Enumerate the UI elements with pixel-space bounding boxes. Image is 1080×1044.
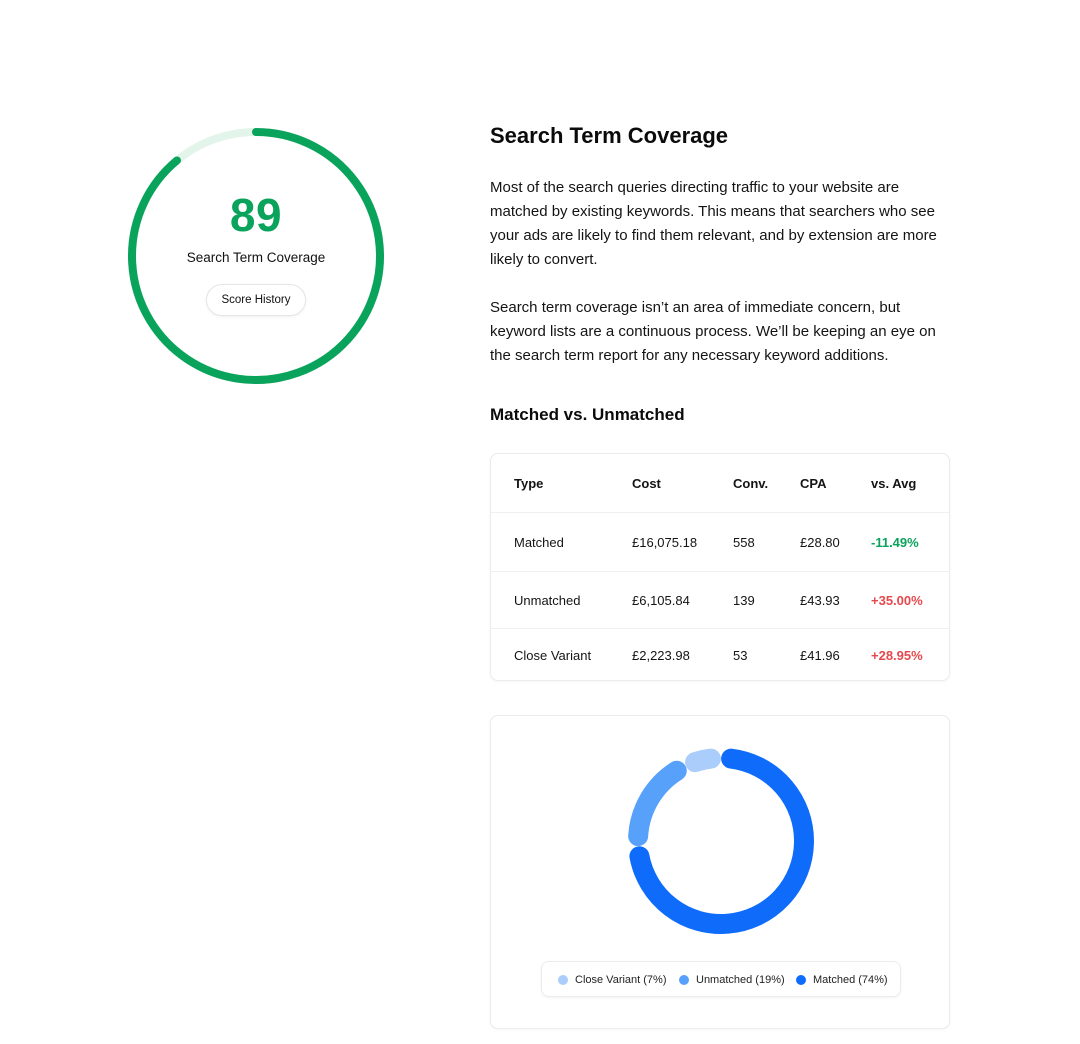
header-conv: Conv. <box>733 475 769 491</box>
donut-segment-unmatched[interactable] <box>628 760 687 847</box>
header-type: Type <box>514 475 544 491</box>
row-type: Matched <box>514 534 564 550</box>
score-label: Search Term Coverage <box>186 250 326 265</box>
row-cost: £6,105.84 <box>632 592 690 608</box>
row-type: Close Variant <box>514 647 592 663</box>
row-conv: 53 <box>733 647 748 663</box>
legend-label: Unmatched (19%) <box>696 974 785 986</box>
section-title: Search Term Coverage <box>490 123 729 148</box>
comparison-table: Type Cost Conv. CPA vs. Avg Matched £16,… <box>490 453 950 681</box>
score-value: 89 <box>229 189 283 241</box>
table-row: Close Variant £2,223.98 53 £41.96 +28.95… <box>491 629 949 681</box>
row-cost: £16,075.18 <box>632 534 698 550</box>
description-paragraph-2: Search term coverage isn’t an area of im… <box>490 299 936 364</box>
row-type: Unmatched <box>514 592 581 608</box>
table-row: Unmatched £6,105.84 139 £43.93 +35.00% <box>491 572 949 629</box>
row-conv: 558 <box>733 534 755 550</box>
legend-item-unmatched: Unmatched (19%) <box>679 962 785 998</box>
legend-label: Close Variant (7%) <box>575 974 667 986</box>
legend-dot <box>558 975 568 985</box>
row-vs-avg: +35.00% <box>871 592 923 608</box>
score-gauge: 89 Search Term Coverage Score History <box>126 126 386 386</box>
description-paragraph-1: Most of the search queries directing tra… <box>490 179 937 268</box>
legend-item-matched: Matched (74%) <box>796 962 888 998</box>
chart-legend: Close Variant (7%) Unmatched (19%) Match… <box>541 961 901 997</box>
header-vs-avg: vs. Avg <box>871 475 917 491</box>
row-cpa: £28.80 <box>800 534 840 550</box>
legend-label: Matched (74%) <box>813 974 888 986</box>
table-row: Matched £16,075.18 558 £28.80 -11.49% <box>491 513 949 572</box>
donut-chart <box>628 748 814 934</box>
legend-dot <box>679 975 689 985</box>
row-vs-avg: -11.49% <box>871 534 919 550</box>
legend-dot <box>796 975 806 985</box>
row-cpa: £41.96 <box>800 647 840 663</box>
row-cpa: £43.93 <box>800 592 840 608</box>
row-vs-avg: +28.95% <box>871 647 923 663</box>
row-cost: £2,223.98 <box>632 647 690 663</box>
comparison-subtitle: Matched vs. Unmatched <box>490 405 685 424</box>
donut-segment-close-variant[interactable] <box>685 748 721 773</box>
table-header-row: Type Cost Conv. CPA vs. Avg <box>491 454 949 513</box>
legend-item-close-variant: Close Variant (7%) <box>558 962 667 998</box>
header-cost: Cost <box>632 475 661 491</box>
donut-chart-card: Close Variant (7%) Unmatched (19%) Match… <box>490 715 950 1029</box>
row-conv: 139 <box>733 592 755 608</box>
header-cpa: CPA <box>800 475 827 491</box>
score-history-button[interactable]: Score History <box>206 284 306 316</box>
